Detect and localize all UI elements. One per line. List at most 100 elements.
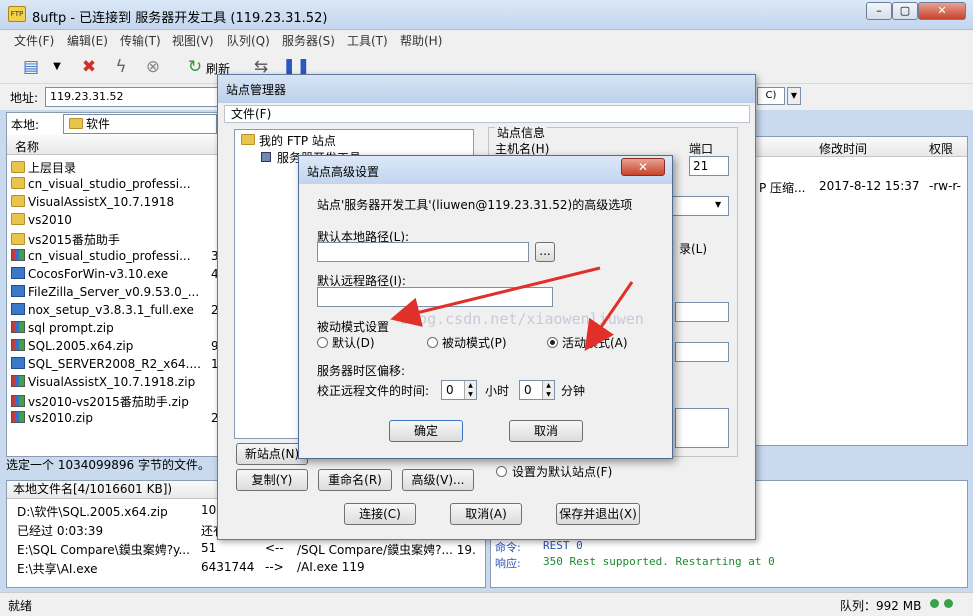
status-text: 就绪 bbox=[8, 599, 33, 613]
local-file-row[interactable]: CocosForWin-v3.10.exe 4 bbox=[11, 267, 219, 285]
title-bar: FTP 8uftp - 已连接到 服务器开发工具 (119.23.31.52) … bbox=[0, 0, 973, 30]
file-name: cn_visual_studio_professi... bbox=[28, 249, 191, 263]
local-file-row[interactable]: 上层目录 bbox=[11, 159, 219, 177]
local-file-row[interactable]: cn_visual_studio_professi... bbox=[11, 177, 219, 195]
queue-cell: E:\共享\AI.exe bbox=[17, 562, 98, 576]
queue-cell: /AI.exe 119 bbox=[297, 560, 365, 574]
local-file-row[interactable]: vs2010-vs2015番茄助手.zip bbox=[11, 393, 219, 411]
remote-row-time: 2017-8-12 15:37 bbox=[819, 179, 920, 193]
partial-label: 录(L) bbox=[679, 242, 708, 256]
column-modified[interactable]: 修改时间 bbox=[819, 140, 867, 157]
column-permissions[interactable]: 权限 bbox=[929, 140, 953, 157]
radio-icon[interactable] bbox=[317, 337, 328, 348]
hours-stepper[interactable]: 0 ▲ ▼ bbox=[441, 380, 477, 400]
local-file-row[interactable]: SQL_SERVER2008_R2_x64....10 bbox=[11, 357, 219, 375]
site-manager-menu[interactable]: 文件(F) bbox=[224, 105, 750, 123]
tree-root[interactable]: 我的 FTP 站点 bbox=[259, 132, 336, 149]
log-kind: 命令: bbox=[495, 541, 521, 554]
dropdown-arrow-icon[interactable]: ▼ bbox=[46, 56, 68, 78]
file-name: CocosForWin-v3.10.exe bbox=[28, 267, 169, 281]
text-field[interactable] bbox=[675, 342, 729, 362]
hours-value[interactable]: 0 bbox=[446, 383, 454, 397]
radio-selected-icon[interactable] bbox=[547, 337, 558, 348]
up-folder-icon bbox=[11, 161, 25, 173]
local-file-row[interactable]: cn_visual_studio_professi...39 bbox=[11, 249, 219, 267]
queue-row[interactable]: E:\SQL Compare\鏌虫案娉?y... 51 <-- /SQL Compar… bbox=[11, 541, 481, 559]
connect-button[interactable]: 连接(C) bbox=[344, 503, 416, 525]
menu-file[interactable]: 文件(F) bbox=[14, 32, 54, 49]
port-input[interactable]: 21 bbox=[689, 156, 729, 176]
folder-icon bbox=[11, 195, 25, 207]
refresh-icon[interactable]: ↻ bbox=[184, 56, 206, 78]
address-label: 地址: bbox=[10, 91, 39, 105]
menu-queue[interactable]: 队列(Q) bbox=[227, 32, 270, 49]
chevron-down-icon[interactable]: ▼ bbox=[715, 200, 721, 209]
ok-button[interactable]: 确定 bbox=[389, 420, 463, 442]
log-message: REST 0 bbox=[543, 539, 583, 552]
file-name: nox_setup_v3.8.3.1_full.exe bbox=[28, 303, 194, 317]
default-site-radio[interactable] bbox=[496, 466, 507, 477]
spin-arrows-icon[interactable]: ▲ ▼ bbox=[542, 381, 554, 399]
close-icon[interactable]: ✕ bbox=[621, 158, 665, 176]
partial-field[interactable]: C) bbox=[757, 87, 785, 105]
status-led-icon bbox=[944, 599, 953, 608]
queue-cell: 51 bbox=[201, 541, 217, 555]
local-file-row[interactable]: vs2010 bbox=[11, 213, 219, 231]
menu-server[interactable]: 服务器(S) bbox=[282, 32, 335, 49]
text-field[interactable] bbox=[675, 408, 729, 448]
stop-icon[interactable]: ⊗ bbox=[142, 56, 164, 78]
queue-cell: E:\SQL Compare\鏌虫案娉?y... bbox=[17, 543, 190, 557]
radio-icon[interactable] bbox=[427, 337, 438, 348]
text-field[interactable] bbox=[675, 302, 729, 322]
local-file-row[interactable]: nox_setup_v3.8.3.1_full.exe 2 bbox=[11, 303, 219, 321]
log-line: 响应: 350 Rest supported. Restarting at 0 bbox=[495, 555, 965, 573]
local-file-row[interactable]: VisualAssistX_10.7.1918.zip bbox=[11, 375, 219, 393]
mode-passive-option[interactable]: 被动模式(P) bbox=[427, 334, 507, 351]
local-file-row[interactable]: vs2010.zip25 bbox=[11, 411, 219, 429]
browse-button[interactable]: ... bbox=[535, 242, 555, 262]
advanced-titlebar: 站点高级设置 ✕ bbox=[299, 156, 672, 184]
menu-help[interactable]: 帮助(H) bbox=[400, 32, 442, 49]
mode-default-option[interactable]: 默认(D) bbox=[317, 334, 375, 351]
cancel-button[interactable]: 取消(A) bbox=[450, 503, 522, 525]
close-button[interactable]: ✕ bbox=[918, 2, 966, 20]
queue-cell: D:\软件\SQL.2005.x64.zip bbox=[17, 505, 168, 519]
advanced-button[interactable]: 高级(V)... bbox=[402, 469, 474, 491]
minimize-button[interactable]: – bbox=[866, 2, 892, 20]
copy-button[interactable]: 复制(Y) bbox=[236, 469, 308, 491]
default-site-label[interactable]: 设置为默认站点(F) bbox=[512, 463, 612, 480]
disconnect-icon[interactable]: ✖ bbox=[78, 56, 100, 78]
chevron-down-icon[interactable]: ▼ bbox=[787, 87, 801, 105]
local-file-row[interactable]: SQL.2005.x64.zip 9 bbox=[11, 339, 219, 357]
restore-button[interactable]: ▢ bbox=[892, 2, 918, 20]
minutes-stepper[interactable]: 0 ▲ ▼ bbox=[519, 380, 555, 400]
watermark: blog.csdn.net/xiaowenliuwen bbox=[400, 310, 644, 328]
save-exit-button[interactable]: 保存并退出(X) bbox=[556, 503, 640, 525]
local-file-row[interactable]: vs2015番茄助手 bbox=[11, 231, 219, 249]
menu-transfer[interactable]: 传输(T) bbox=[120, 32, 161, 49]
remote-path-input[interactable] bbox=[317, 287, 553, 307]
minutes-value[interactable]: 0 bbox=[524, 383, 532, 397]
cancel-button[interactable]: 取消 bbox=[509, 420, 583, 442]
zip-icon bbox=[11, 249, 25, 261]
mode-active-option[interactable]: 活动模式(A) bbox=[547, 334, 628, 351]
address-input[interactable]: 119.23.31.52 bbox=[45, 87, 220, 107]
column-name[interactable]: 名称 bbox=[15, 138, 39, 155]
local-file-row[interactable]: sql prompt.zip bbox=[11, 321, 219, 339]
file-name: vs2010-vs2015番茄助手.zip bbox=[28, 395, 189, 409]
menu-view[interactable]: 视图(V) bbox=[172, 32, 214, 49]
local-path-input[interactable] bbox=[317, 242, 529, 262]
local-path-select[interactable]: 软件 bbox=[63, 114, 217, 134]
spin-arrows-icon[interactable]: ▲ ▼ bbox=[464, 381, 476, 399]
local-file-row[interactable]: FileZilla_Server_v0.9.53.0_... bbox=[11, 285, 219, 303]
queue-row[interactable]: E:\共享\AI.exe 6431744 --> /AI.exe 119 bbox=[11, 560, 481, 578]
site-manager-icon[interactable]: ▤ bbox=[20, 56, 42, 78]
menu-tools[interactable]: 工具(T) bbox=[347, 32, 388, 49]
local-file-pane: 本地: 软件 名称 上层目录 cn_visual_studio_professi.… bbox=[6, 112, 220, 457]
lightning-icon[interactable]: ϟ bbox=[110, 56, 132, 78]
local-file-row[interactable]: VisualAssistX_10.7.1918 bbox=[11, 195, 219, 213]
menu-edit[interactable]: 编辑(E) bbox=[67, 32, 108, 49]
file-name: FileZilla_Server_v0.9.53.0_... bbox=[28, 285, 200, 299]
passive-mode-label: 被动模式设置 bbox=[317, 320, 390, 334]
rename-button[interactable]: 重命名(R) bbox=[318, 469, 392, 491]
